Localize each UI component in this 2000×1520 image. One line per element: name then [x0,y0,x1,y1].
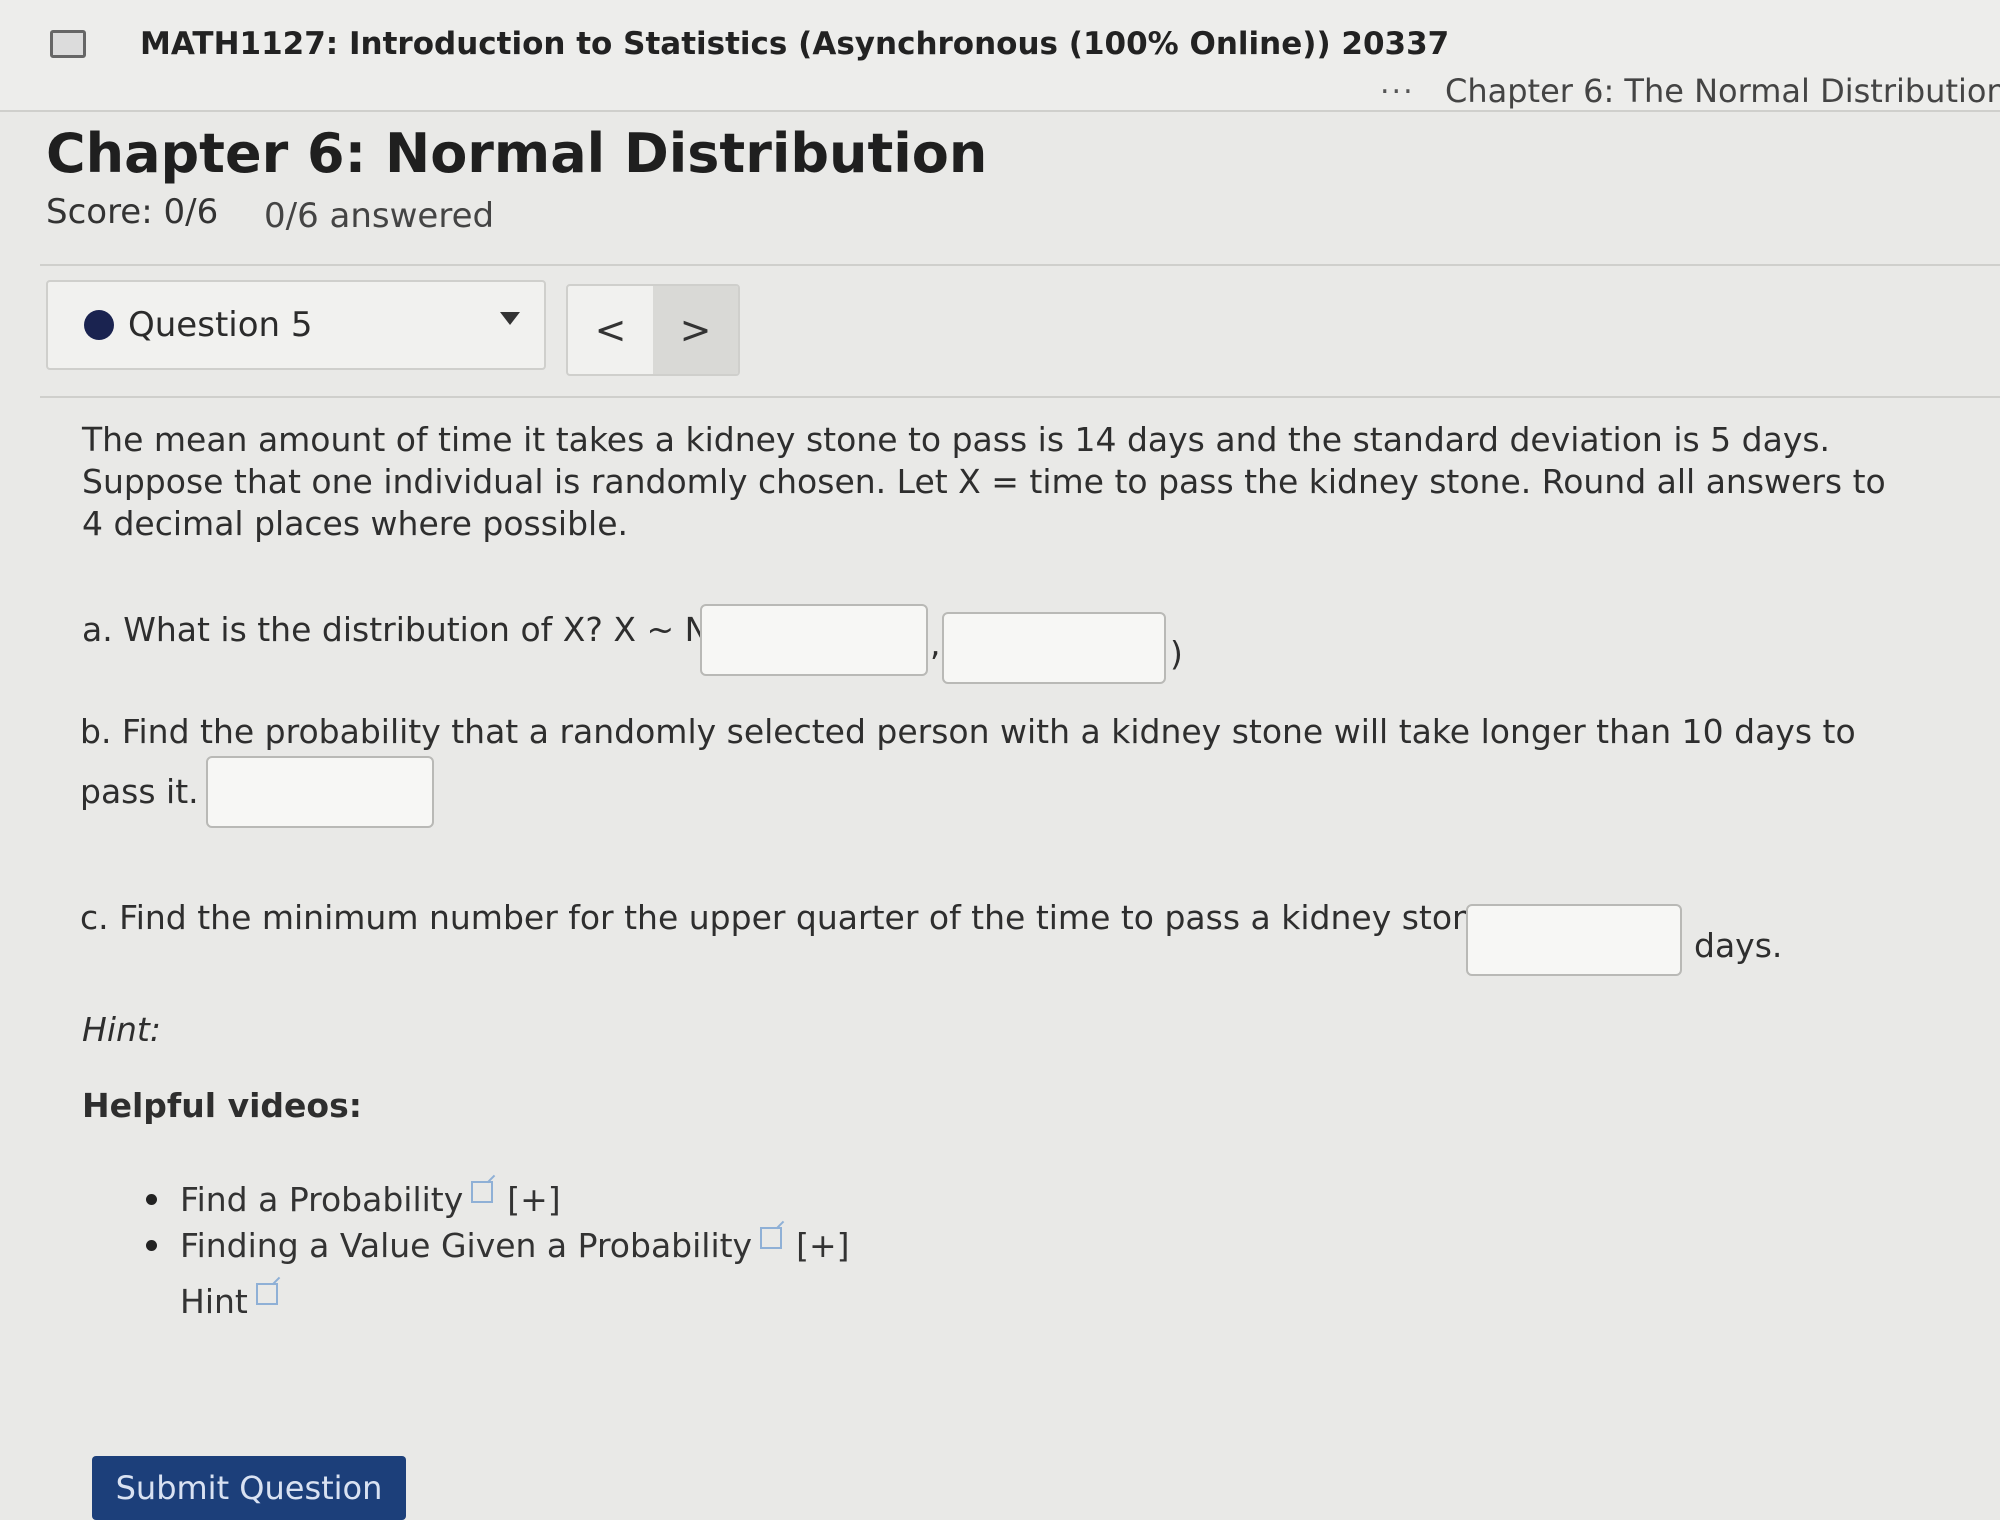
external-link-icon [760,1227,783,1249]
question-select-label: Question 5 [128,305,313,345]
hint-item: Hint [180,1282,292,1321]
part-a-close-paren: ) [1170,634,1183,673]
question-intro-line-1: The mean amount of time it takes a kidne… [82,420,1831,459]
finding-value-link[interactable]: Finding a Value Given a Probability [180,1226,752,1265]
next-question-button[interactable]: > [653,286,738,374]
hint-label: Hint: [82,1010,161,1049]
part-b-prompt-line-1: b. Find the probability that a randomly … [80,712,1856,751]
external-link-icon [471,1181,494,1203]
part-b-prompt-line-2: pass it. [80,772,199,811]
course-title: MATH1127: Introduction to Statistics (As… [140,26,1450,62]
page-title: Chapter 6: Normal Distribution [46,122,988,185]
part-c-unit: days. [1694,926,1783,965]
helpful-videos-label: Helpful videos: [82,1086,362,1125]
bullet [146,1194,157,1205]
dropdown-arrow-icon [500,312,520,325]
question-intro-line-3: 4 decimal places where possible. [82,504,628,543]
menu-icon[interactable] [50,30,86,58]
submit-question-button[interactable]: Submit Question [92,1456,406,1520]
hint-link[interactable]: Hint [180,1282,248,1321]
divider [40,264,2000,266]
answered-count: 0/6 answered [264,196,495,236]
score-text: Score: 0/6 [46,192,219,232]
external-link-icon [255,1283,278,1305]
part-a-separator: , [930,624,941,663]
question-select[interactable]: Question 5 [46,280,546,370]
question-status-icon [84,310,114,340]
video-item: Finding a Value Given a Probability [+] [180,1226,850,1265]
video-item: Find a Probability [+] [180,1180,561,1219]
breadcrumb-ellipsis[interactable]: ... [1380,66,1415,101]
find-probability-link[interactable]: Find a Probability [180,1180,463,1219]
expand-video-button[interactable]: [+] [507,1180,560,1219]
expand-video-button[interactable]: [+] [796,1226,849,1265]
question-intro-line-2: Suppose that one individual is randomly … [82,462,1886,501]
part-c-prompt: c. Find the minimum number for the upper… [80,898,1504,937]
breadcrumb-chapter[interactable]: Chapter 6: The Normal Distribution [1445,72,2000,110]
bullet [146,1240,157,1251]
divider [40,396,2000,398]
part-b-input[interactable] [206,756,434,828]
question-nav: < > [566,284,740,376]
part-a-sd-input[interactable] [942,612,1166,684]
part-a-mean-input[interactable] [700,604,928,676]
top-bar: MATH1127: Introduction to Statistics (As… [0,0,2000,112]
previous-question-button[interactable]: < [568,286,653,374]
part-a-prompt: a. What is the distribution of X? X ~ N( [82,610,723,649]
part-c-input[interactable] [1466,904,1682,976]
